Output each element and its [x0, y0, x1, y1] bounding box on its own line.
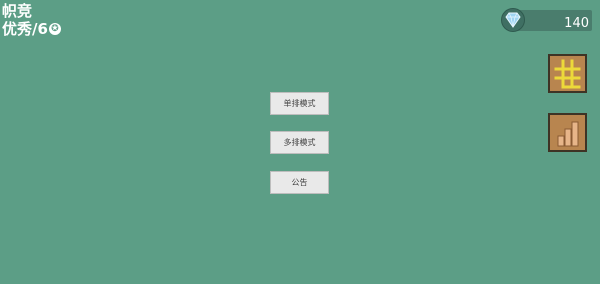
bar-chart-icon	[557, 121, 579, 147]
diamond-counter: 140	[500, 7, 592, 35]
multi-mode-button[interactable]: 多排模式	[270, 131, 329, 154]
diamond-counter-bar: 140	[516, 10, 592, 31]
grid-icon	[554, 59, 581, 89]
rank-label: 优秀/6	[2, 20, 48, 38]
player-info: 帜竞 优秀/6 ✪	[2, 2, 61, 38]
diamond-amount: 140	[564, 16, 589, 31]
notice-button[interactable]: 公告	[270, 171, 329, 194]
game-screen: 帜竞 优秀/6 ✪ 140 单排模式 多排模式 公告	[0, 0, 600, 284]
grid-button[interactable]	[548, 54, 587, 93]
stats-button[interactable]	[548, 113, 587, 152]
single-mode-button[interactable]: 单排模式	[270, 92, 329, 115]
game-title: 帜竞	[2, 2, 33, 20]
diamond-icon	[501, 8, 525, 32]
star-badge-icon: ✪	[48, 23, 61, 35]
